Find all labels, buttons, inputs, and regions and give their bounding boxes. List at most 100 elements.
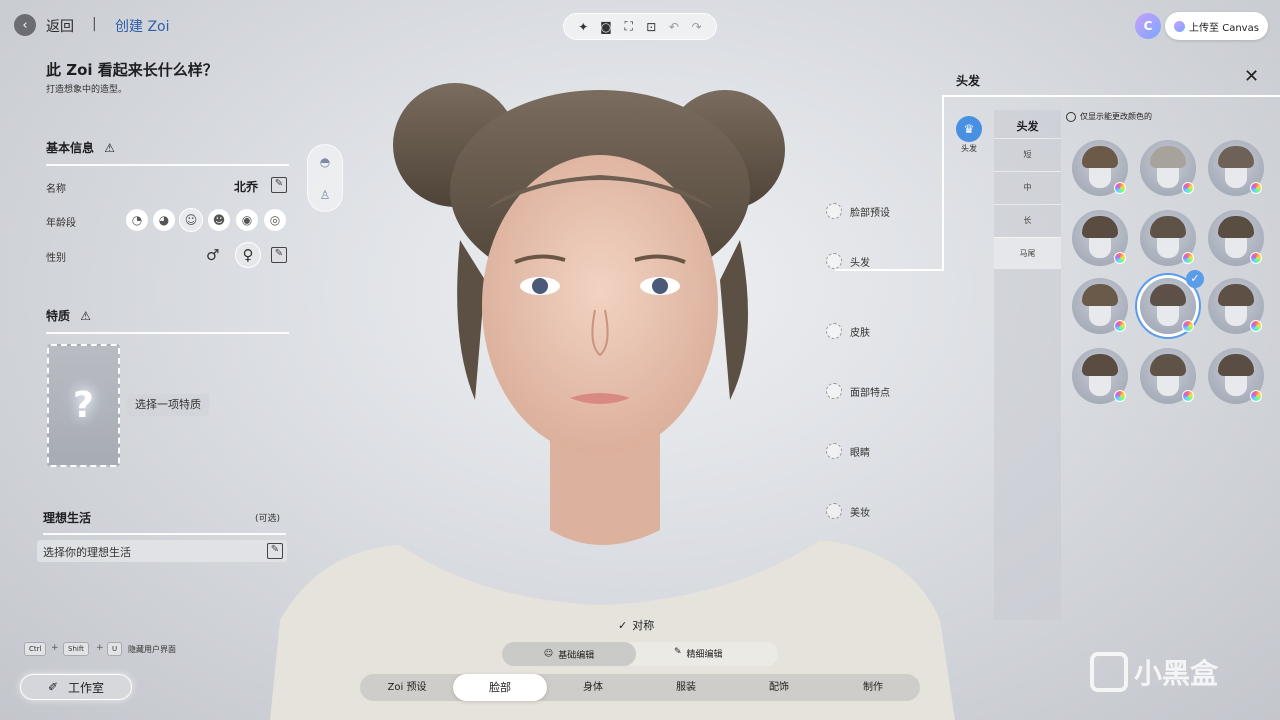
subcategory-short[interactable]: 短 <box>994 138 1061 170</box>
hair-category-icon[interactable]: ♛ <box>956 116 982 142</box>
age-child-icon[interactable]: ◕ <box>153 209 175 231</box>
subcategory-long[interactable]: 长 <box>994 204 1061 236</box>
frame-icon[interactable]: ⛶ <box>621 19 637 34</box>
hairstyle-option[interactable] <box>1140 210 1196 266</box>
fine-edit-label: 精细编辑 <box>686 650 723 660</box>
color-swatch-icon <box>1250 182 1262 194</box>
region-makeup[interactable]: 美妆 <box>826 503 870 519</box>
back-icon[interactable]: ‹ <box>14 14 36 36</box>
color-swatch-icon <box>1250 252 1262 264</box>
camera-toolbar: ✦ ◙ ⛶ ⊡ ↶ ↷ <box>563 13 717 40</box>
edit-ideal-life-icon[interactable]: ✎ <box>267 543 283 559</box>
symmetry-label: 对称 <box>632 619 655 632</box>
trait-slot[interactable]: ? <box>47 344 120 467</box>
divider <box>43 533 286 535</box>
color-swatch-icon <box>1182 320 1194 332</box>
body-view-icon[interactable]: ♙ <box>320 188 331 202</box>
color-swatch-icon <box>1182 252 1194 264</box>
panel-divider <box>944 95 1280 97</box>
checkmark-icon: ✓ <box>1186 270 1204 288</box>
hairstyle-hair <box>1082 216 1118 238</box>
color-swatch-icon <box>1114 390 1126 402</box>
tab-body[interactable]: 身体 <box>553 674 633 701</box>
plus-icon: + <box>51 643 59 653</box>
upload-canvas-button[interactable]: 上传至 Canvas <box>1165 12 1268 40</box>
studio-button[interactable]: ✐ 工作室 <box>20 674 132 700</box>
region-eyes[interactable]: 眼睛 <box>826 443 870 459</box>
redo-icon[interactable]: ↷ <box>689 20 705 34</box>
hairstyle-option[interactable] <box>1072 140 1128 196</box>
hairstyle-option[interactable] <box>1208 210 1264 266</box>
region-label: 眼睛 <box>850 447 870 459</box>
hairstyle-option[interactable] <box>1072 278 1128 334</box>
focus-icon[interactable]: ⊡ <box>643 20 659 34</box>
tab-face[interactable]: 脸部 <box>453 674 547 701</box>
hairstyle-hair <box>1218 146 1254 168</box>
subcategory-medium[interactable]: 中 <box>994 171 1061 203</box>
basic-edit-button[interactable]: ☺ 基础编辑 <box>502 642 636 666</box>
region-skin[interactable]: 皮肤 <box>826 323 870 339</box>
hairstyle-hair <box>1150 146 1186 168</box>
back-button[interactable]: 返回 <box>46 16 74 36</box>
warning-icon: ⚠ <box>80 309 91 323</box>
color-swatch-icon <box>1114 320 1126 332</box>
view-toggle[interactable]: ◓ ♙ <box>307 144 343 212</box>
undo-icon[interactable]: ↶ <box>666 20 682 34</box>
camera-icon[interactable]: ◙ <box>598 20 614 34</box>
plus-icon: + <box>96 643 104 653</box>
hairstyle-hair <box>1218 354 1254 376</box>
color-filter-toggle[interactable]: 仅显示能更改颜色的 <box>1066 111 1152 122</box>
subcategory-ponytail[interactable]: 马尾 <box>994 237 1061 269</box>
hairstyle-option[interactable] <box>1208 348 1264 404</box>
age-elder-icon[interactable]: ◎ <box>264 209 286 231</box>
hairstyle-hair <box>1150 354 1186 376</box>
region-face-preset[interactable]: 脸部预设 <box>826 203 890 219</box>
select-trait-label[interactable]: 选择一项特质 <box>127 394 209 416</box>
head-view-icon[interactable]: ◓ <box>320 155 330 169</box>
hairstyle-option[interactable] <box>1208 140 1264 196</box>
hairstyle-hair <box>1082 354 1118 376</box>
hide-ui-label: 隐藏用户界面 <box>128 645 176 654</box>
close-icon[interactable]: ✕ <box>1244 66 1259 87</box>
hairstyle-option[interactable] <box>1140 140 1196 196</box>
tab-accessories[interactable]: 配饰 <box>739 674 819 701</box>
divider <box>46 164 289 166</box>
edit-gender-icon[interactable]: ✎ <box>271 247 287 263</box>
male-icon[interactable]: ♂ <box>206 246 219 264</box>
hairstyle-option[interactable] <box>1140 348 1196 404</box>
hairstyle-option[interactable] <box>1072 348 1128 404</box>
symmetry-toggle[interactable]: ✓ 对称 <box>618 617 654 633</box>
tab-zoi-preset[interactable]: Zoi 预设 <box>367 674 447 701</box>
color-swatch-icon <box>1182 182 1194 194</box>
edit-name-icon[interactable]: ✎ <box>271 177 287 193</box>
name-label: 名称 <box>46 184 66 195</box>
region-label: 面部特点 <box>850 387 890 399</box>
sparkle-icon[interactable]: ✦ <box>575 20 591 34</box>
upload-canvas-label: 上传至 Canvas <box>1189 22 1259 34</box>
age-teen-icon[interactable]: ☺ <box>179 208 203 232</box>
hairstyle-option[interactable] <box>1072 210 1128 266</box>
canvas-avatar[interactable]: C <box>1135 13 1161 39</box>
age-infant-icon[interactable]: ◔ <box>126 209 148 231</box>
face-features-icon <box>826 383 842 399</box>
tab-create[interactable]: 制作 <box>833 674 913 701</box>
key-shift: Shift <box>63 642 89 656</box>
age-adult-icon[interactable]: ◉ <box>236 209 258 231</box>
watermark-text: 小黑盒 <box>1134 657 1219 690</box>
fine-edit-button[interactable]: ✎ 精细编辑 <box>674 647 723 660</box>
color-swatch-icon <box>1250 390 1262 402</box>
breadcrumb-separator: | <box>92 16 97 32</box>
tab-clothing[interactable]: 服装 <box>646 674 726 701</box>
divider <box>46 332 289 334</box>
hairstyle-option[interactable] <box>1208 278 1264 334</box>
region-hair[interactable]: 头发 <box>826 253 870 269</box>
hairstyle-hair <box>1150 284 1186 306</box>
hairstyle-option[interactable]: ✓ <box>1140 270 1204 334</box>
female-icon[interactable]: ♀ <box>235 242 261 268</box>
hair-panel-title: 头发 <box>956 74 981 88</box>
filter-label: 仅显示能更改颜色的 <box>1080 112 1152 121</box>
basic-info-heading: 基本信息 ⚠ <box>46 139 115 156</box>
age-young-adult-icon[interactable]: ☻ <box>208 209 230 231</box>
region-face-features[interactable]: 面部特点 <box>826 383 890 399</box>
skin-icon <box>826 323 842 339</box>
